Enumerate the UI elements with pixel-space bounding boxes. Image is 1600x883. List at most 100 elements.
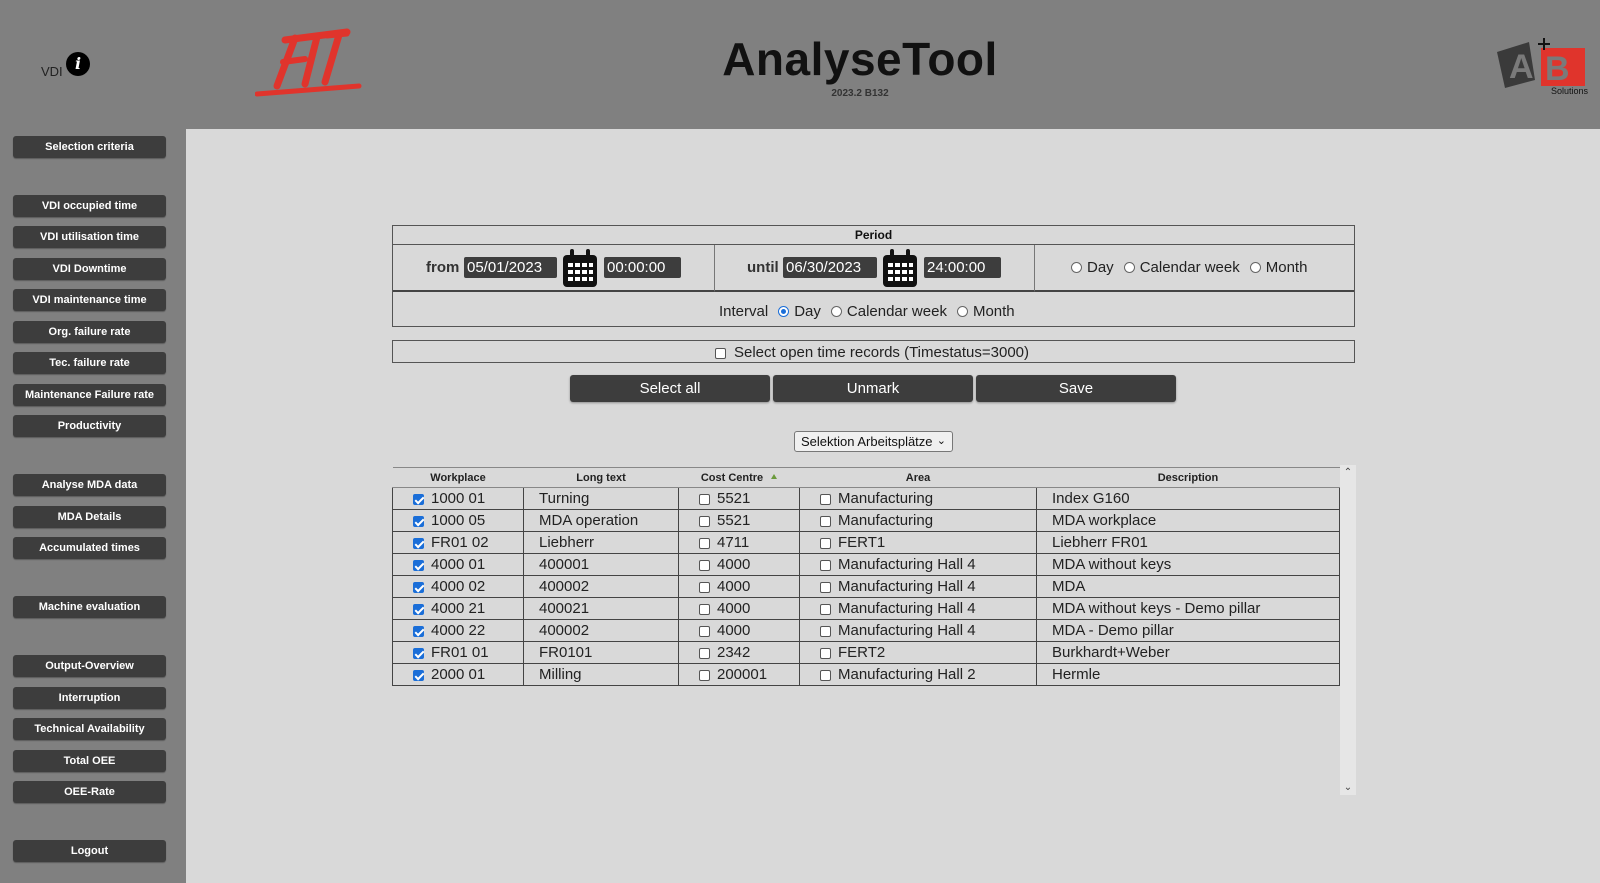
until-date-field[interactable]: 06/30/2023 (783, 257, 877, 278)
cost-centre-value: 200001 (717, 666, 768, 683)
area-checkbox[interactable] (820, 559, 831, 571)
table-row[interactable]: 4000 01 400001 4000 Manufacturing Hall 4 MDA… (392, 553, 1340, 576)
workplace-checkbox[interactable] (413, 515, 424, 527)
sidebar-item-vdi-downtime[interactable]: VDI Downtime (13, 258, 166, 280)
column-header-area[interactable]: Area (799, 467, 1037, 488)
cost-centre-checkbox[interactable] (699, 559, 710, 571)
cost-centre-checkbox[interactable] (699, 493, 710, 505)
area-checkbox[interactable] (820, 669, 831, 681)
select-all-button[interactable]: Select all (570, 375, 770, 402)
area-checkbox[interactable] (820, 581, 831, 593)
sidebar-item-interruption[interactable]: Interruption (13, 687, 166, 709)
sidebar-item-maintenance-failure-rate[interactable]: Maintenance Failure rate (13, 384, 166, 406)
from-time-field[interactable]: 00:00:00 (604, 257, 681, 278)
area-checkbox[interactable] (820, 625, 831, 637)
sidebar-item-output-overview[interactable]: Output-Overview (13, 655, 166, 677)
description-cell: MDA workplace (1036, 509, 1340, 532)
sidebar-item-vdi-occupied-time[interactable]: VDI occupied time (13, 195, 166, 217)
chevron-down-icon[interactable]: ⌄ (1340, 782, 1356, 793)
cost-centre-checkbox[interactable] (699, 669, 710, 681)
workplace-checkbox[interactable] (413, 559, 424, 571)
interval-option-label: Month (972, 303, 1015, 320)
workplace-checkbox[interactable] (413, 647, 424, 659)
table-row[interactable]: 4000 21 400021 4000 Manufacturing Hall 4 MDA… (392, 597, 1340, 620)
description-cell: MDA without keys - Demo pillar (1036, 597, 1340, 620)
cost-centre-value: 5521 (717, 512, 751, 529)
area-cell: Manufacturing Hall 2 (799, 663, 1037, 686)
sidebar-item-selection-criteria[interactable]: Selection criteria (13, 136, 166, 158)
calendar-icon[interactable] (561, 247, 599, 289)
sidebar-item-machine-evaluation[interactable]: Machine evaluation (13, 596, 166, 618)
area-checkbox[interactable] (820, 515, 831, 527)
workplace-selection-dropdown[interactable]: Selektion Arbeitsplätze ⌄ (794, 431, 953, 452)
table-row[interactable]: 2000 01 Milling 200001 Manufacturing Hall 2… (392, 663, 1340, 686)
long-text-cell: 400001 (523, 553, 679, 576)
workplace-checkbox[interactable] (413, 625, 424, 637)
column-header-long-text[interactable]: Long text (523, 467, 679, 488)
calendar-icon[interactable] (881, 247, 919, 289)
workplace-checkbox[interactable] (413, 537, 424, 549)
column-header-workplace[interactable]: Workplace (392, 467, 524, 488)
interval-radio-calendar-week[interactable] (830, 306, 842, 317)
workplace-checkbox[interactable] (413, 493, 424, 505)
column-header-cost-centre[interactable]: Cost Centre (678, 467, 800, 488)
range-radio-day[interactable] (1071, 262, 1082, 273)
save-button[interactable]: Save (976, 375, 1176, 402)
app-version: 2023.2 B132 (831, 88, 889, 99)
range-radio-calendar-week[interactable] (1123, 262, 1135, 273)
table-row[interactable]: 4000 22 400002 4000 Manufacturing Hall 4 MDA… (392, 619, 1340, 642)
sidebar-item-tec-failure-rate[interactable]: Tec. failure rate (13, 352, 166, 374)
interval-radio-month[interactable] (956, 306, 968, 317)
logout-button[interactable]: Logout (13, 840, 166, 862)
area-checkbox[interactable] (820, 537, 831, 549)
sidebar-item-org-failure-rate[interactable]: Org. failure rate (13, 321, 166, 343)
long-text-cell: 400002 (523, 575, 679, 598)
cost-centre-checkbox[interactable] (699, 603, 710, 615)
area-cell: Manufacturing Hall 4 (799, 553, 1037, 576)
cost-centre-checkbox[interactable] (699, 537, 710, 549)
sidebar-item-vdi-maintenance-time[interactable]: VDI maintenance time (13, 289, 166, 311)
sidebar-item-oee-rate[interactable]: OEE-Rate (13, 781, 166, 803)
table-row[interactable]: 1000 01 Turning 5521 Manufacturing Index G16… (392, 487, 1340, 510)
until-time-field[interactable]: 24:00:00 (924, 257, 1001, 278)
area-checkbox[interactable] (820, 603, 831, 615)
workplace-checkbox[interactable] (413, 603, 424, 615)
open-records-checkbox[interactable] (715, 347, 726, 359)
sidebar-item-analyse-mda-data[interactable]: Analyse MDA data (13, 474, 166, 496)
area-checkbox[interactable] (820, 493, 831, 505)
sidebar-item-technical-availability[interactable]: Technical Availability (13, 718, 166, 740)
from-label: from (426, 259, 460, 276)
sidebar-item-accumulated-times[interactable]: Accumulated times (13, 537, 166, 559)
workplace-checkbox[interactable] (413, 669, 424, 681)
open-records-row: Select open time records (Timestatus=300… (392, 340, 1355, 363)
info-icon[interactable]: i (66, 52, 90, 76)
area-checkbox[interactable] (820, 647, 831, 659)
workplace-value: 4000 21 (431, 600, 486, 617)
workplace-checkbox[interactable] (413, 581, 424, 593)
range-options-cell: Day Calendar week Month (1035, 245, 1354, 292)
table-row[interactable]: 1000 05 MDA operation 5521 Manufacturing MDA… (392, 509, 1340, 532)
cost-centre-checkbox[interactable] (699, 581, 710, 593)
area-cell: FERT2 (799, 641, 1037, 664)
range-radio-month[interactable] (1249, 262, 1261, 273)
from-date-field[interactable]: 05/01/2023 (464, 257, 557, 278)
fit-logo (255, 28, 362, 97)
unmark-button[interactable]: Unmark (773, 375, 973, 402)
workplace-cell: FR01 02 (392, 531, 524, 554)
open-records-control: Select open time records (Timestatus=300… (715, 344, 1029, 361)
chevron-up-icon[interactable]: ⌃ (1340, 467, 1356, 478)
table-scrollbar[interactable]: ⌃ ⌄ (1340, 465, 1356, 795)
cost-centre-checkbox[interactable] (699, 647, 710, 659)
column-header-description[interactable]: Description (1036, 467, 1340, 488)
cost-centre-checkbox[interactable] (699, 625, 710, 637)
table-row[interactable]: FR01 01 FR0101 2342 FERT2 Burkhardt+Weber (392, 641, 1340, 664)
cost-centre-checkbox[interactable] (699, 515, 710, 527)
sidebar-item-total-oee[interactable]: Total OEE (13, 750, 166, 772)
sidebar-item-productivity[interactable]: Productivity (13, 415, 166, 437)
sidebar-item-vdi-utilisation-time[interactable]: VDI utilisation time (13, 226, 166, 248)
sidebar-item-mda-details[interactable]: MDA Details (13, 506, 166, 528)
table-row[interactable]: FR01 02 Liebherr 4711 FERT1 Liebherr FR01 (392, 531, 1340, 554)
interval-radio-day[interactable] (778, 306, 790, 317)
table-row[interactable]: 4000 02 400002 4000 Manufacturing Hall 4 MDA (392, 575, 1340, 598)
description-cell: Liebherr FR01 (1036, 531, 1340, 554)
